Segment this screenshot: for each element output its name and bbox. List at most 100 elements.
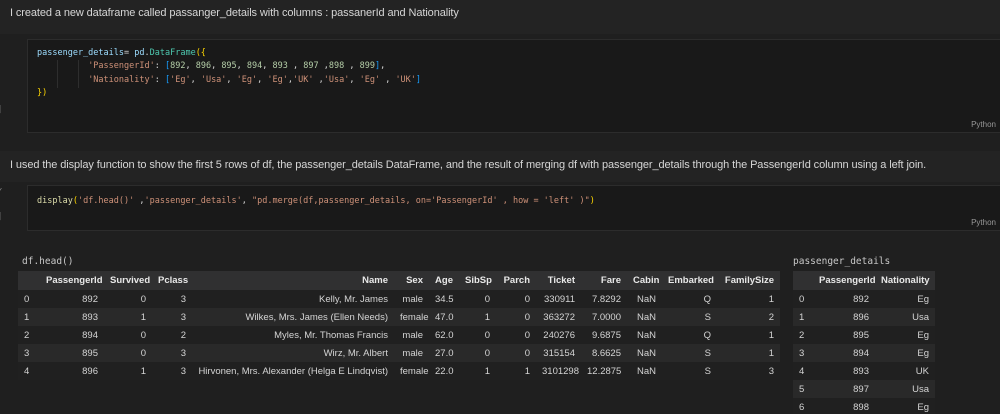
table-row: 1 896 Usa xyxy=(793,308,935,326)
table-row: 5 897 Usa xyxy=(793,380,935,398)
table-row: 4 896 1 3 Hirvonen, Mrs. Alexander (Helga E … xyxy=(18,362,780,380)
code-token: DataFrame xyxy=(149,48,196,58)
table-cell: 1 xyxy=(768,347,774,359)
table-cell: 3 xyxy=(768,365,774,377)
table-row: 1 893 1 3 Wilkes, Mrs. James (Ellen Needs) fe… xyxy=(18,308,780,326)
table-cell: 894 xyxy=(82,329,98,341)
table-cell: 894 xyxy=(853,347,869,359)
table-cell: 1 xyxy=(799,311,805,323)
table-row: 6 898 Eg xyxy=(793,398,935,414)
code-cell-2[interactable]: display('df.head()' ,'passenger_details'… xyxy=(27,185,1000,231)
code-token: 'Eg' xyxy=(170,74,191,85)
markdown-cell-2: I used the display function to show the … xyxy=(0,151,1000,182)
table-cell: 0 xyxy=(799,293,805,305)
table-cell: Eg xyxy=(917,293,929,305)
code-editor-2[interactable]: display('df.head()' ,'passenger_details'… xyxy=(37,195,595,208)
table-cell: NaN xyxy=(636,311,656,323)
markdown-text-1: I created a new dataframe called passang… xyxy=(10,7,459,19)
table-cell: male xyxy=(402,329,423,341)
language-indicator[interactable]: Python xyxy=(971,120,996,129)
table-header-cell: SibSp xyxy=(459,271,496,290)
code-token: 'Eg' xyxy=(267,74,288,85)
table-cell: Q xyxy=(703,293,711,305)
table-cell: 3101298 xyxy=(542,365,579,377)
code-token: 'df.head()' xyxy=(77,196,135,206)
table-cell: 896 xyxy=(853,311,869,323)
dataframe-table-df-head: PassengerId Survived Pclass Name Sex Age SibSp… xyxy=(18,271,780,380)
execution-count-marker: ] xyxy=(0,105,2,115)
table-header-cell: Survived xyxy=(104,271,152,290)
code-token: , xyxy=(236,61,247,72)
code-token: 896 xyxy=(195,61,212,72)
table-cell: 0 xyxy=(140,347,146,359)
code-token: 899 xyxy=(359,61,375,72)
table-cell: 1 xyxy=(768,329,774,341)
table-cell: 8.6625 xyxy=(591,347,621,359)
table-cell: 897 xyxy=(853,383,869,395)
table-cell: 898 xyxy=(853,401,869,413)
code-token: , xyxy=(211,61,222,72)
code-token: : xyxy=(154,74,165,85)
table-cell: Eg xyxy=(917,329,929,341)
table-cell: 893 xyxy=(82,311,98,323)
table-row: 2 895 Eg xyxy=(793,326,935,344)
table-cell: 34.5 xyxy=(435,293,454,305)
table-header-cell: Age xyxy=(429,271,459,290)
table-cell: female xyxy=(400,311,429,323)
table-cell: NaN xyxy=(636,365,656,377)
table-cell: 1 xyxy=(768,293,774,305)
table-cell: Wilkes, Mrs. James (Ellen Needs) xyxy=(245,311,388,323)
table-cell: 9.6875 xyxy=(591,329,621,341)
table-header-cell: Embarked xyxy=(662,271,717,290)
table-cell: 3 xyxy=(799,347,805,359)
table-cell: female xyxy=(400,365,429,377)
code-token: , xyxy=(257,74,268,85)
cell-collapse-chevron-icon[interactable]: ⌄ xyxy=(0,183,2,193)
code-token: : xyxy=(154,61,165,72)
code-cell-1[interactable]: passenger_details= pd.DataFrame({ 'Passe… xyxy=(27,39,1000,133)
table-header-cell: FamilySize xyxy=(717,271,780,290)
table-cell: 3 xyxy=(24,347,30,359)
code-token: , xyxy=(313,74,324,85)
table-cell: 892 xyxy=(82,293,98,305)
code-token: 897 xyxy=(303,61,319,72)
table-cell: S xyxy=(704,311,711,323)
code-token: , xyxy=(190,74,201,85)
code-token: 894 xyxy=(246,61,263,72)
table-cell: 2 xyxy=(768,311,774,323)
table-cell: Eg xyxy=(917,347,929,359)
code-token: passenger_details xyxy=(37,48,124,58)
code-token: 895 xyxy=(221,61,237,72)
table-row: 2 894 0 2 Myles, Mr. Thomas Francis male 62.0 0… xyxy=(18,326,780,344)
table-cell: 3 xyxy=(180,347,186,359)
code-token: = xyxy=(124,48,135,58)
table-cell: 6 xyxy=(799,401,805,413)
table-cell: 895 xyxy=(82,347,98,359)
code-token: 'PassengerId' xyxy=(88,61,155,72)
table-cell: 240276 xyxy=(543,329,575,341)
code-token: ) xyxy=(589,196,595,206)
table-header-cell xyxy=(18,271,40,290)
code-token: , xyxy=(226,74,237,85)
code-token: , xyxy=(318,61,329,72)
table-cell: 0 xyxy=(140,329,146,341)
table-cell: 4 xyxy=(799,365,805,377)
code-token: , xyxy=(262,61,273,72)
table-cell: S xyxy=(704,365,711,377)
table-cell: 2 xyxy=(799,329,805,341)
table-cell: 0 xyxy=(140,293,146,305)
table-cell: 0 xyxy=(524,311,530,323)
table-cell: 0 xyxy=(524,347,530,359)
language-indicator[interactable]: Python xyxy=(971,218,996,227)
code-token: ] xyxy=(415,74,422,85)
code-token: 893 xyxy=(272,61,288,72)
table-cell: 893 xyxy=(853,365,869,377)
table-cell: 363272 xyxy=(543,311,575,323)
code-token: , xyxy=(344,61,360,72)
code-editor-1[interactable]: passenger_details= pd.DataFrame({ 'Passe… xyxy=(37,47,421,101)
table-cell: 12.2875 xyxy=(587,365,622,377)
code-token: , xyxy=(241,196,252,206)
table-header-cell: Pclass xyxy=(152,271,192,290)
code-token: , xyxy=(380,74,396,85)
